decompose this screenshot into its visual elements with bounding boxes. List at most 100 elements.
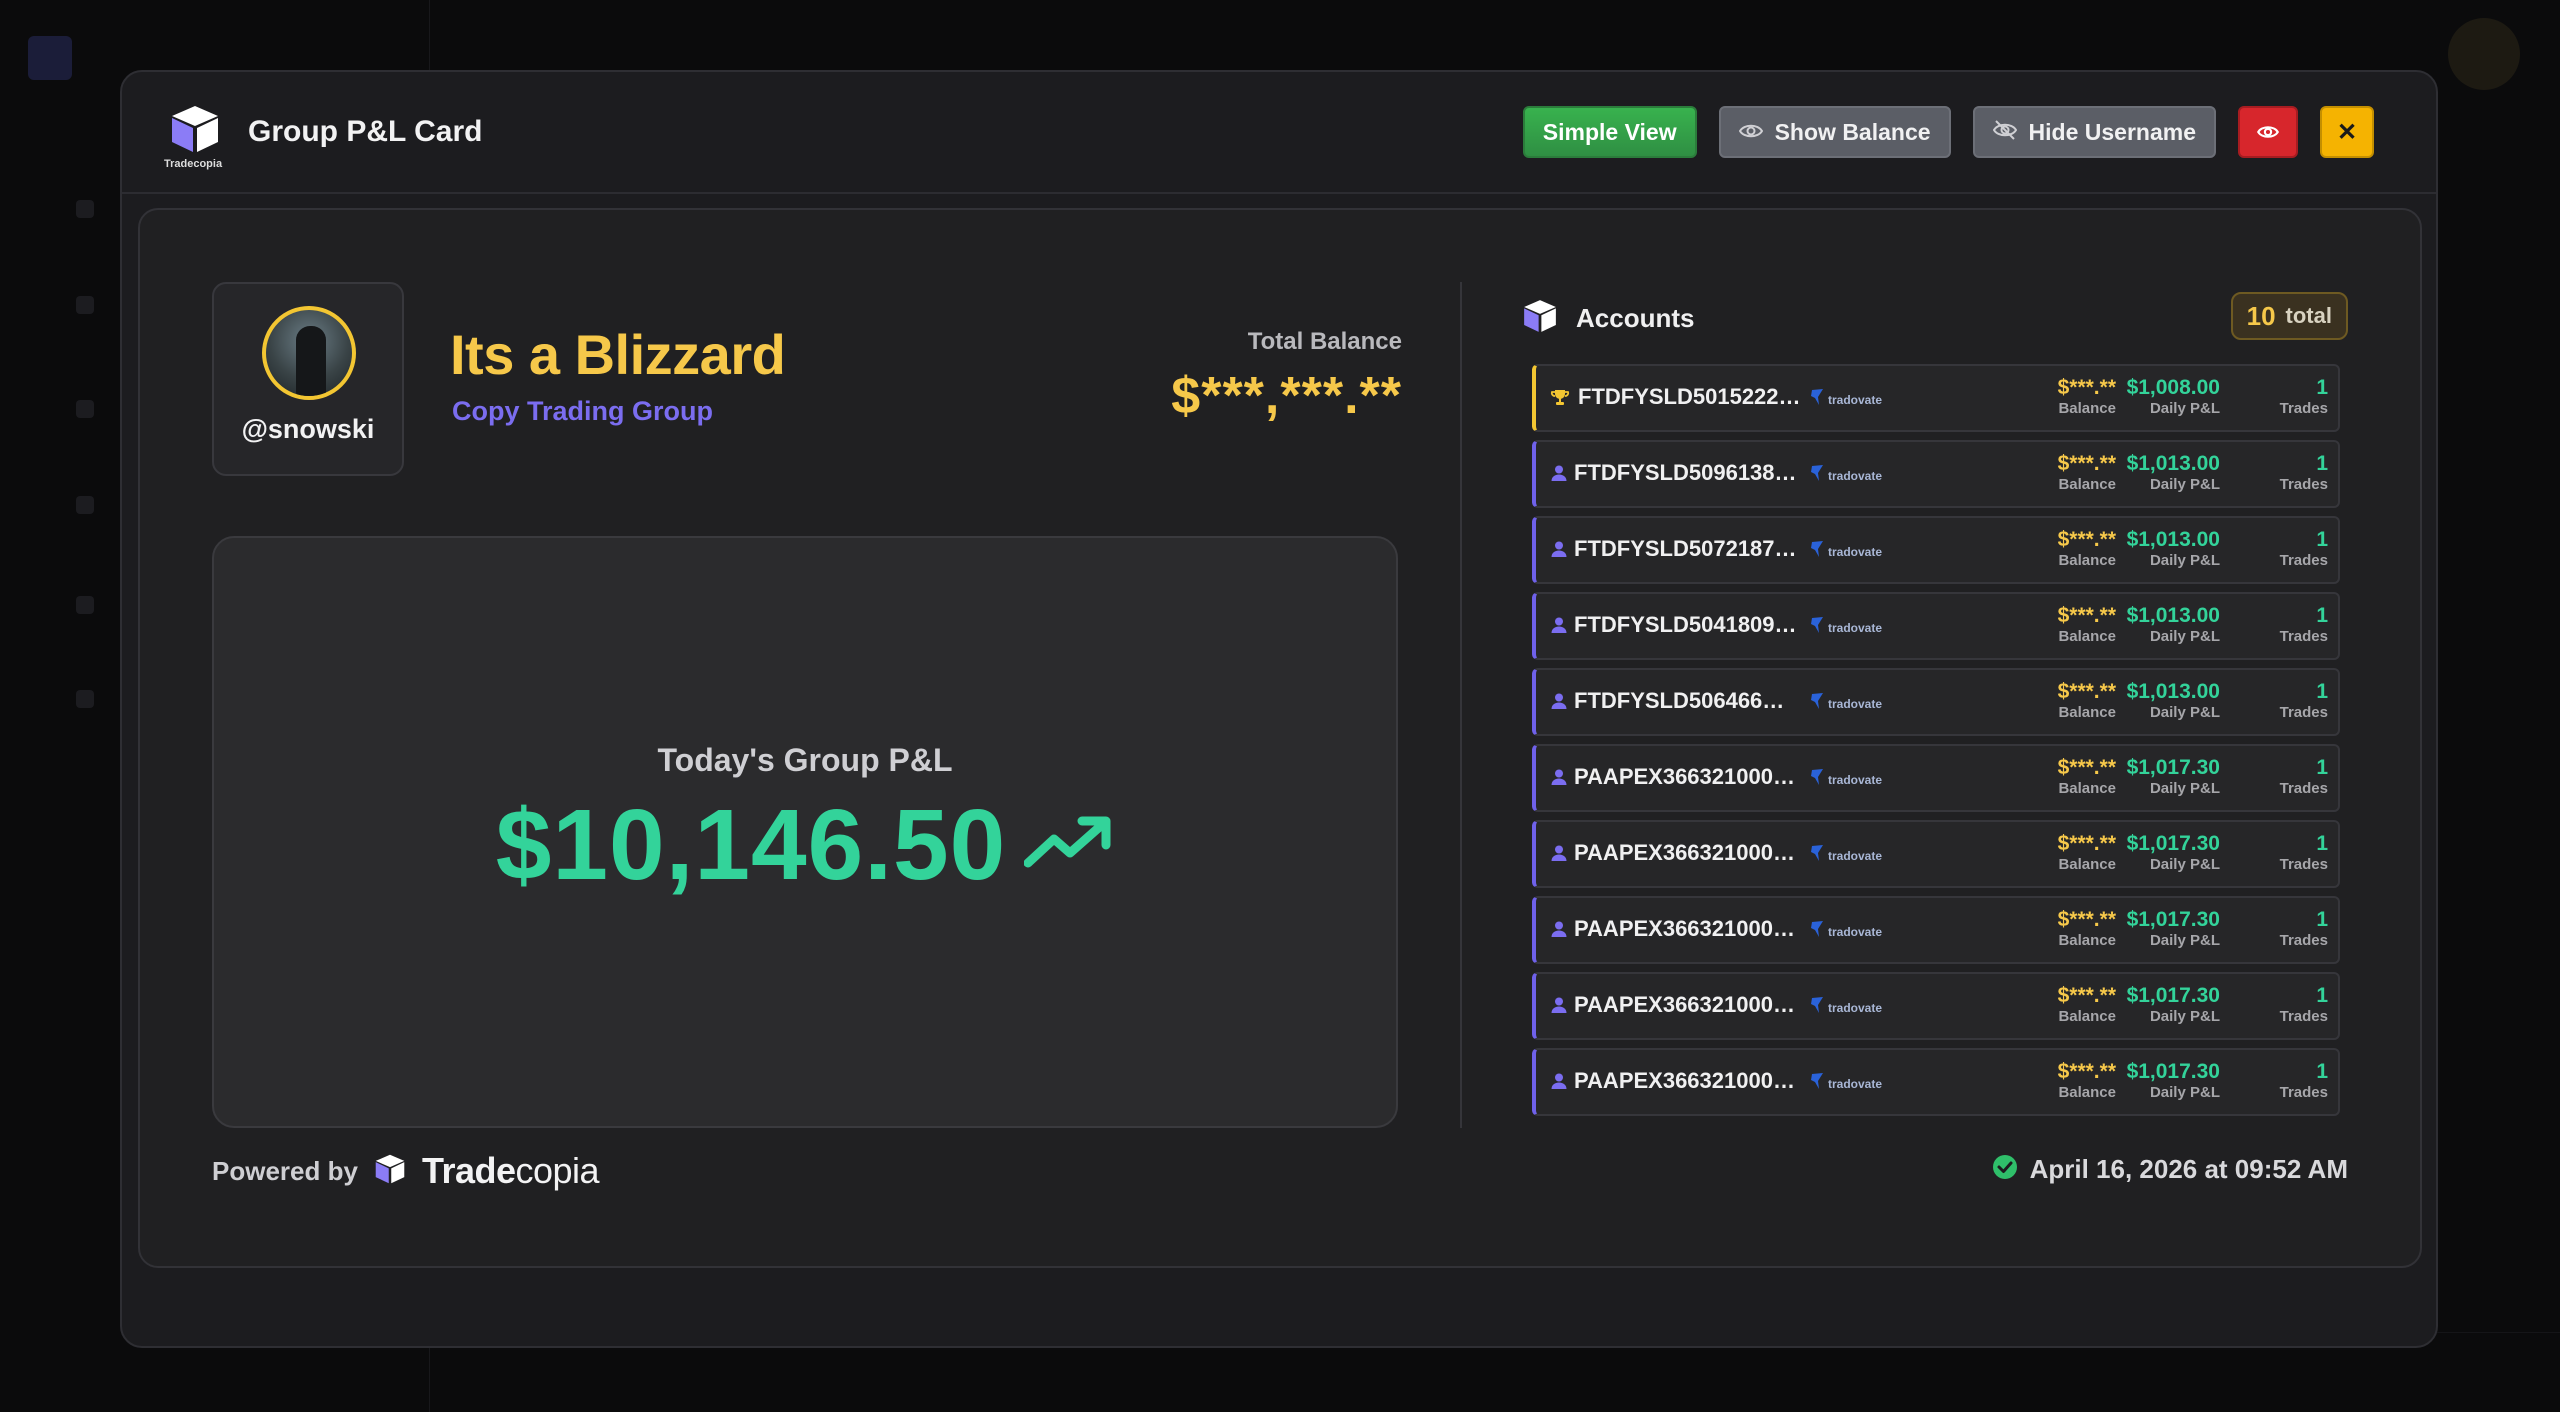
account-daily-pnl-value: $1,008.00 xyxy=(2126,376,2220,399)
account-name: PAAPEX366321000… xyxy=(1574,1068,1795,1093)
tradecopia-logo-icon xyxy=(1520,296,1560,341)
account-balance-value: $***.** xyxy=(2057,1060,2116,1083)
account-trades-value: 1 xyxy=(2316,908,2328,931)
account-row[interactable]: PAAPEX366321000… tradovate $***.** Balance $… xyxy=(1532,1048,2340,1116)
broker-name: tradovate xyxy=(1828,544,1883,559)
header-actions: Simple View Show Balance Hide Username ✕ xyxy=(1522,106,2374,158)
account-trades-label: Trades xyxy=(2279,704,2328,721)
user-icon xyxy=(1550,844,1570,864)
account-daily-pnl-label: Daily P&L xyxy=(2149,1084,2220,1101)
account-balance: $***.** Balance xyxy=(2058,604,2116,646)
account-daily-pnl: $1,013.00 Daily P&L xyxy=(2127,604,2220,646)
accounts-header: Accounts xyxy=(1520,296,1694,341)
eye-icon xyxy=(1738,119,1763,146)
accounts-total-badge: 10 total xyxy=(2230,292,2348,340)
account-row[interactable]: FTDFYSLD5015222… tradovate $***.** Balance $… xyxy=(1532,364,2340,432)
account-trades-value: 1 xyxy=(2316,376,2328,399)
broker-logo: tradovate xyxy=(1810,616,1882,639)
tradovate-icon xyxy=(1810,920,1824,943)
account-balance-label: Balance xyxy=(2058,856,2116,873)
account-daily-pnl-label: Daily P&L xyxy=(2149,476,2220,493)
account-row[interactable]: FTDFYSLD5096138… tradovate $***.** Balance $… xyxy=(1532,440,2340,508)
account-name: PAAPEX366321000… xyxy=(1574,916,1795,941)
account-trades: 1 Trades xyxy=(2280,528,2328,570)
user-icon xyxy=(1550,768,1570,788)
timestamp: April 16, 2026 at 09:52 AM xyxy=(1992,1154,2348,1185)
account-name: FTDFYSLD5041809… xyxy=(1574,612,1797,637)
pnl-card: @snowski Its a Blizzard Copy Trading Gro… xyxy=(138,208,2422,1268)
account-trades: 1 Trades xyxy=(2280,1060,2328,1102)
account-trades-value: 1 xyxy=(2316,680,2328,703)
group-pnl-row: $10,146.50 xyxy=(214,788,1396,903)
timestamp-text: April 16, 2026 at 09:52 AM xyxy=(2029,1154,2348,1184)
tradovate-icon xyxy=(1810,768,1824,791)
close-button[interactable]: ✕ xyxy=(2320,106,2374,158)
accounts-total-count: 10 xyxy=(2246,300,2276,331)
account-balance-value: $***.** xyxy=(2057,984,2116,1007)
account-balance-label: Balance xyxy=(2058,628,2116,645)
trend-up-icon xyxy=(1023,813,1114,878)
total-balance-label: Total Balance xyxy=(1247,328,1402,355)
broker-name: tradovate xyxy=(1828,620,1883,635)
account-row[interactable]: PAAPEX366321000… tradovate $***.** Balance $… xyxy=(1532,896,2340,964)
account-daily-pnl-value: $1,017.30 xyxy=(2126,832,2220,855)
account-row[interactable]: PAAPEX366321000… tradovate $***.** Balance $… xyxy=(1532,744,2340,812)
tradovate-icon xyxy=(1810,388,1824,411)
account-daily-pnl: $1,017.30 Daily P&L xyxy=(2127,1060,2220,1102)
user-icon xyxy=(1550,996,1570,1016)
accounts-list: FTDFYSLD5015222… tradovate $***.** Balance $… xyxy=(1532,364,2340,1124)
account-balance: $***.** Balance xyxy=(2058,984,2116,1026)
account-trades-value: 1 xyxy=(2316,1060,2328,1083)
account-daily-pnl-label: Daily P&L xyxy=(2149,1008,2220,1025)
account-daily-pnl: $1,013.00 Daily P&L xyxy=(2127,452,2220,494)
broker-logo: tradovate xyxy=(1810,692,1882,715)
account-daily-pnl: $1,017.30 Daily P&L xyxy=(2127,984,2220,1026)
user-icon xyxy=(1550,616,1570,636)
group-pnl-value: $10,146.50 xyxy=(495,789,1007,901)
account-trades: 1 Trades xyxy=(2280,680,2328,722)
account-row[interactable]: FTDFYSLD5041809… tradovate $***.** Balance $… xyxy=(1532,592,2340,660)
broker-name: tradovate xyxy=(1828,924,1883,939)
account-trades-label: Trades xyxy=(2279,780,2328,797)
account-daily-pnl-value: $1,017.30 xyxy=(2126,984,2220,1007)
account-daily-pnl-value: $1,013.00 xyxy=(2126,452,2220,475)
account-row[interactable]: PAAPEX366321000… tradovate $***.** Balance $… xyxy=(1532,972,2340,1040)
account-trades: 1 Trades xyxy=(2280,756,2328,798)
account-row[interactable]: PAAPEX366321000… tradovate $***.** Balance $… xyxy=(1532,820,2340,888)
account-trades-label: Trades xyxy=(2279,856,2328,873)
account-trades: 1 Trades xyxy=(2280,452,2328,494)
broker-name: tradovate xyxy=(1828,392,1883,407)
account-balance-label: Balance xyxy=(2058,1008,2116,1025)
broker-name: tradovate xyxy=(1828,696,1883,711)
toggle-visibility-button[interactable] xyxy=(2238,106,2298,158)
account-balance: $***.** Balance xyxy=(2058,1060,2116,1102)
account-balance: $***.** Balance xyxy=(2058,528,2116,570)
account-name: PAAPEX366321000… xyxy=(1574,992,1795,1017)
account-row[interactable]: FTDFYSLD506466… tradovate $***.** Balance $1… xyxy=(1532,668,2340,736)
broker-name: tradovate xyxy=(1828,848,1883,863)
hide-username-button[interactable]: Hide Username xyxy=(1972,106,2216,158)
group-pnl-box: Today's Group P&L $10,146.50 xyxy=(212,536,1398,1128)
user-icon xyxy=(1550,540,1570,560)
trophy-icon xyxy=(1550,388,1570,408)
account-balance-label: Balance xyxy=(2058,704,2116,721)
account-trades-label: Trades xyxy=(2279,628,2328,645)
account-balance-value: $***.** xyxy=(2057,604,2116,627)
simple-view-button[interactable]: Simple View xyxy=(1522,106,1697,158)
broker-logo: tradovate xyxy=(1810,920,1882,943)
account-balance-label: Balance xyxy=(2058,552,2116,569)
show-balance-button[interactable]: Show Balance xyxy=(1718,106,1951,158)
username: @snowski xyxy=(241,414,375,444)
account-trades: 1 Trades xyxy=(2280,376,2328,418)
account-daily-pnl: $1,013.00 Daily P&L xyxy=(2127,680,2220,722)
check-circle-icon xyxy=(1992,1154,2018,1185)
tradecopia-logo-icon: Tradecopia xyxy=(164,102,226,170)
account-daily-pnl-label: Daily P&L xyxy=(2149,780,2220,797)
account-balance: $***.** Balance xyxy=(2058,832,2116,874)
account-trades-value: 1 xyxy=(2316,984,2328,1007)
profile-box: @snowski xyxy=(212,282,404,476)
account-balance-label: Balance xyxy=(2058,1084,2116,1101)
account-row[interactable]: FTDFYSLD5072187… tradovate $***.** Balance $… xyxy=(1532,516,2340,584)
group-subtitle: Copy Trading Group xyxy=(452,396,713,426)
broker-logo: tradovate xyxy=(1810,1072,1882,1095)
